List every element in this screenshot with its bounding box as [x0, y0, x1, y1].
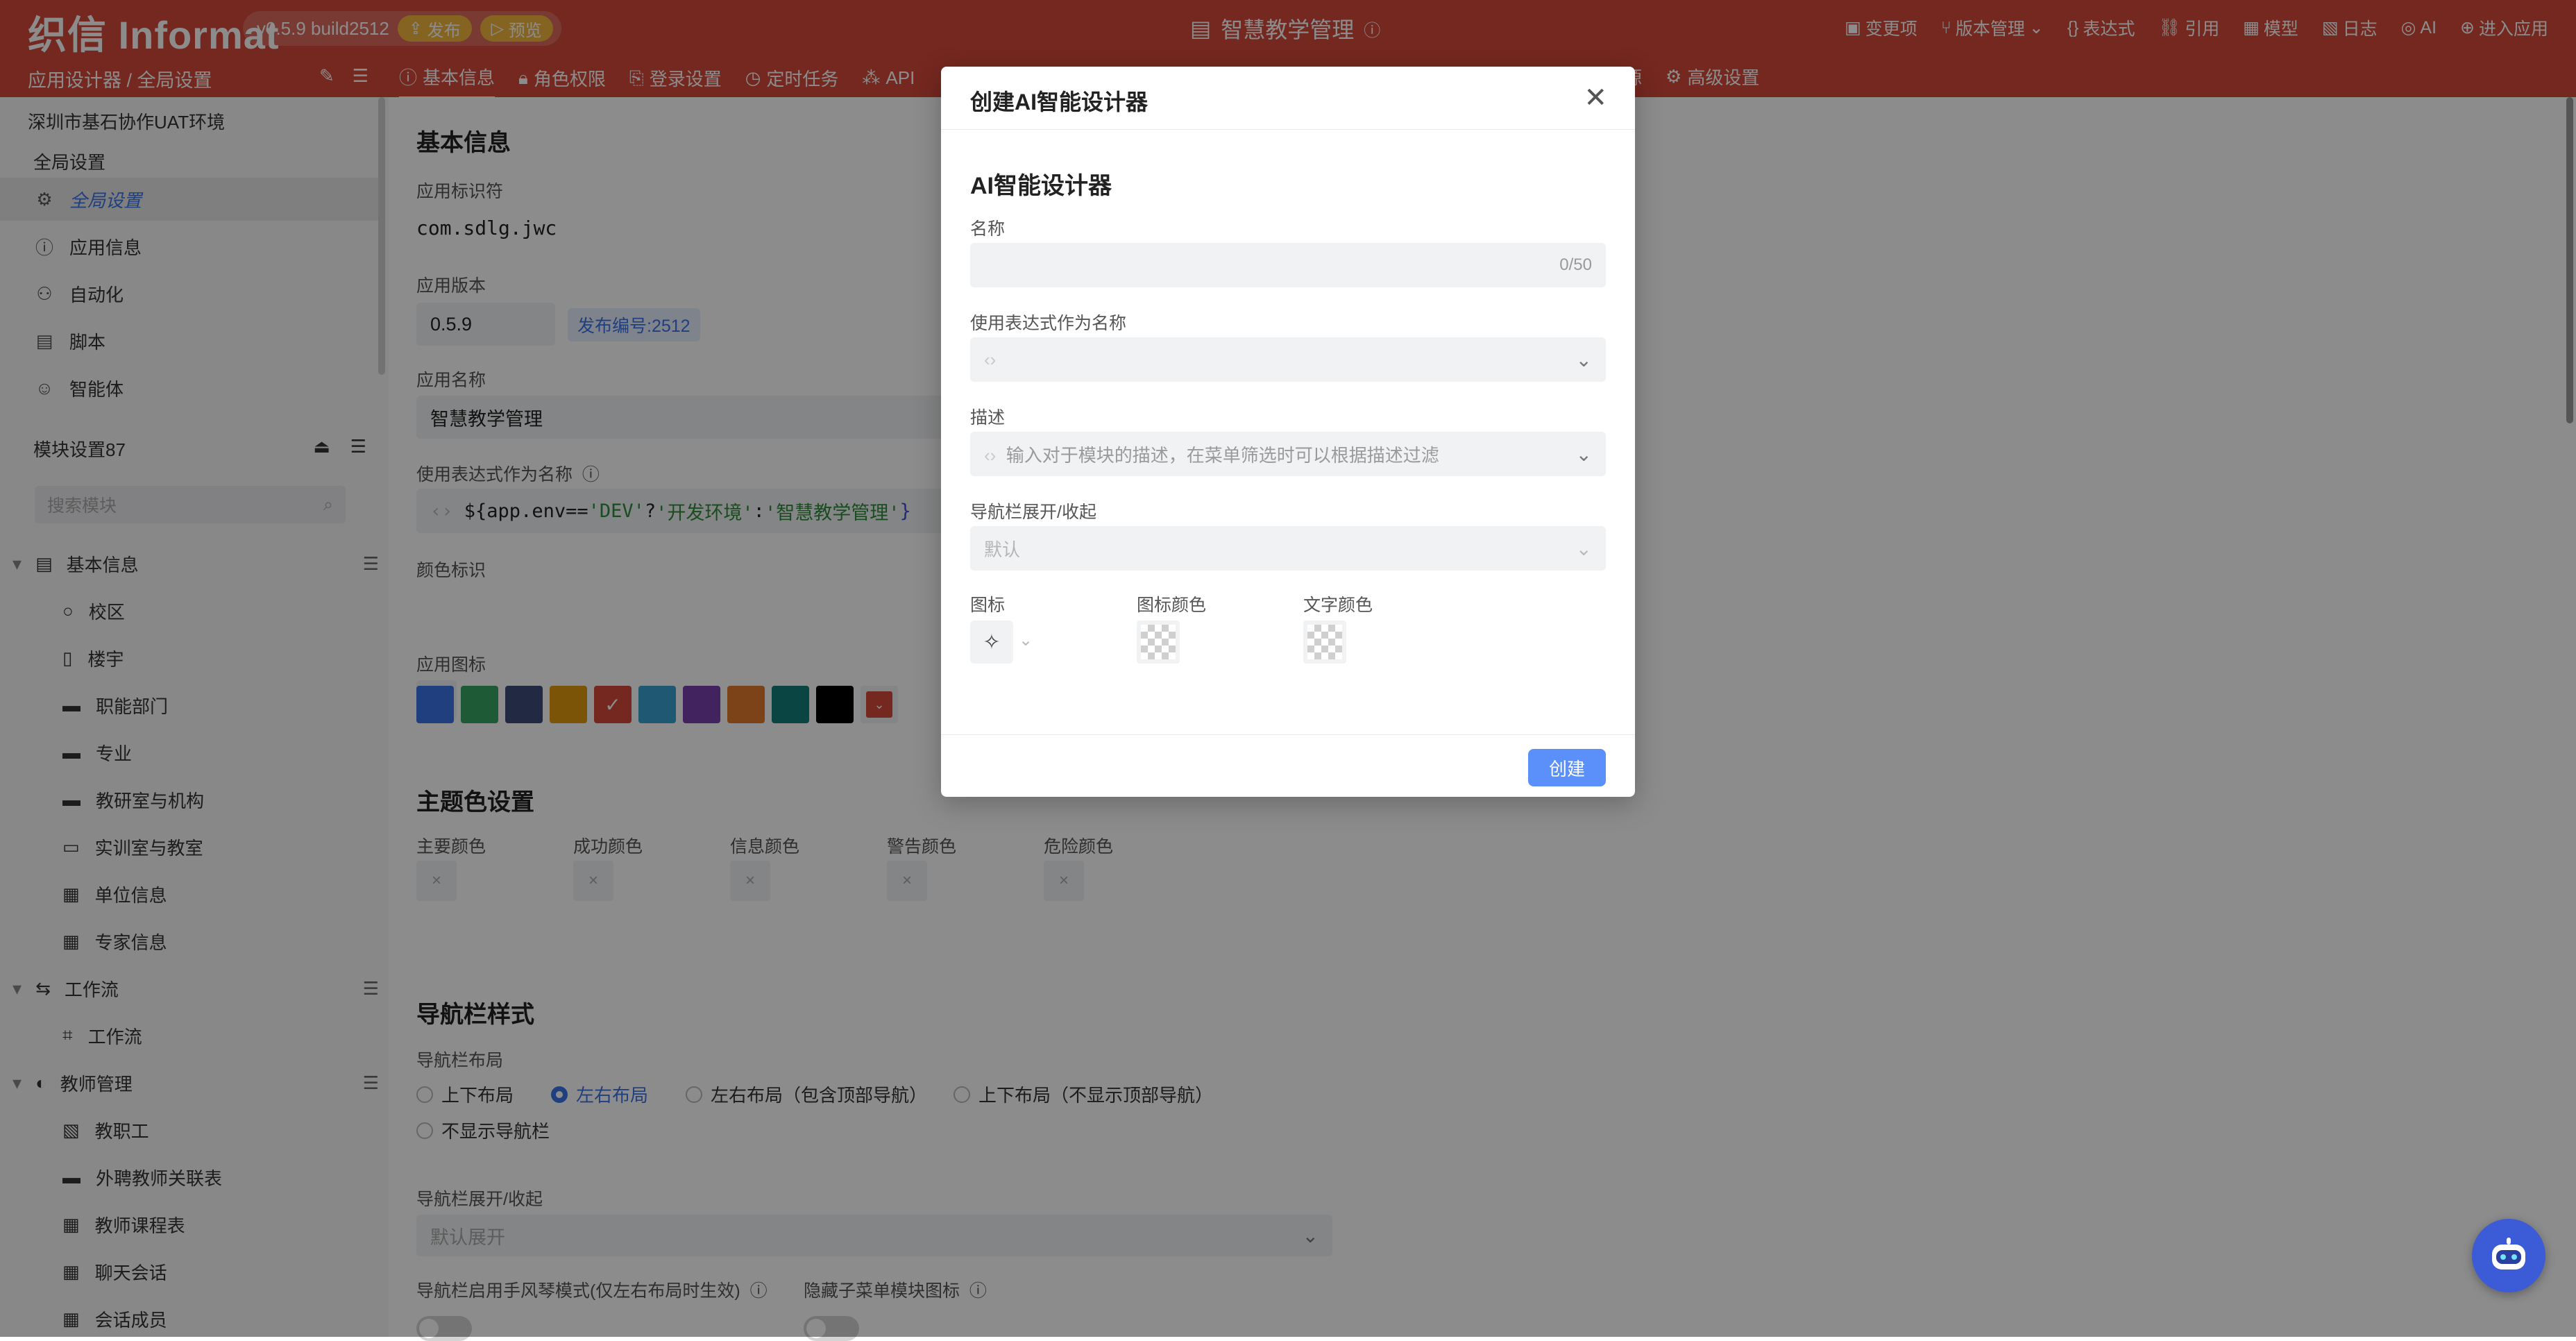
icon-color-picker[interactable] — [1137, 621, 1180, 664]
dialog-title: 创建AI智能设计器 — [970, 90, 1149, 115]
chevron-down-icon: ⌄ — [1575, 537, 1592, 559]
icon-picker[interactable]: ✧ — [970, 621, 1013, 664]
ai-assistant-button[interactable] — [2472, 1219, 2545, 1292]
chevron-down-icon[interactable]: ⌄ — [1576, 348, 1592, 371]
create-button[interactable]: 创建 — [1528, 749, 1606, 786]
description-placeholder: 输入对于模块的描述，在菜单筛选时可以根据描述过滤 — [1006, 444, 1439, 466]
text-color-picker[interactable] — [1303, 621, 1346, 664]
nav-expand-select[interactable]: 默认 ⌄ — [970, 526, 1606, 571]
text-color-label: 文字颜色 — [1303, 596, 1373, 615]
code-icon: ‹› — [984, 348, 997, 370]
close-icon[interactable]: ✕ — [1584, 82, 1607, 114]
chevron-down-icon[interactable]: ⌄ — [1576, 443, 1592, 466]
dialog-footer: 创建 — [941, 734, 1635, 798]
icon-label: 图标 — [970, 596, 1006, 615]
robot-icon — [2492, 1238, 2525, 1270]
code-icon: ‹› — [984, 444, 1006, 466]
name-count: 0/50 — [1559, 255, 1592, 274]
description-input[interactable]: ‹› 输入对于模块的描述，在菜单筛选时可以根据描述过滤 ⌄ — [970, 432, 1606, 476]
icon-color-label: 图标颜色 — [1137, 596, 1207, 615]
nav-expand-label: 导航栏展开/收起 — [970, 503, 1096, 522]
dialog-section-title: AI智能设计器 — [970, 173, 1112, 199]
name-input[interactable]: 0/50 — [970, 243, 1606, 287]
dialog-header: 创建AI智能设计器 ✕ — [941, 67, 1635, 130]
name-label: 名称 — [970, 219, 1006, 239]
pin-icon: ✧ — [983, 630, 1001, 654]
expr-name-label: 使用表达式作为名称 — [970, 314, 1127, 333]
chevron-down-icon[interactable]: ⌄ — [1019, 630, 1033, 650]
create-ai-designer-dialog: 创建AI智能设计器 ✕ AI智能设计器 名称 0/50 使用表达式作为名称 ‹›… — [941, 67, 1635, 797]
description-label: 描述 — [970, 408, 1006, 428]
nav-expand-placeholder: 默认 — [984, 539, 1021, 560]
expr-name-input[interactable]: ‹› ⌄ — [970, 337, 1606, 382]
